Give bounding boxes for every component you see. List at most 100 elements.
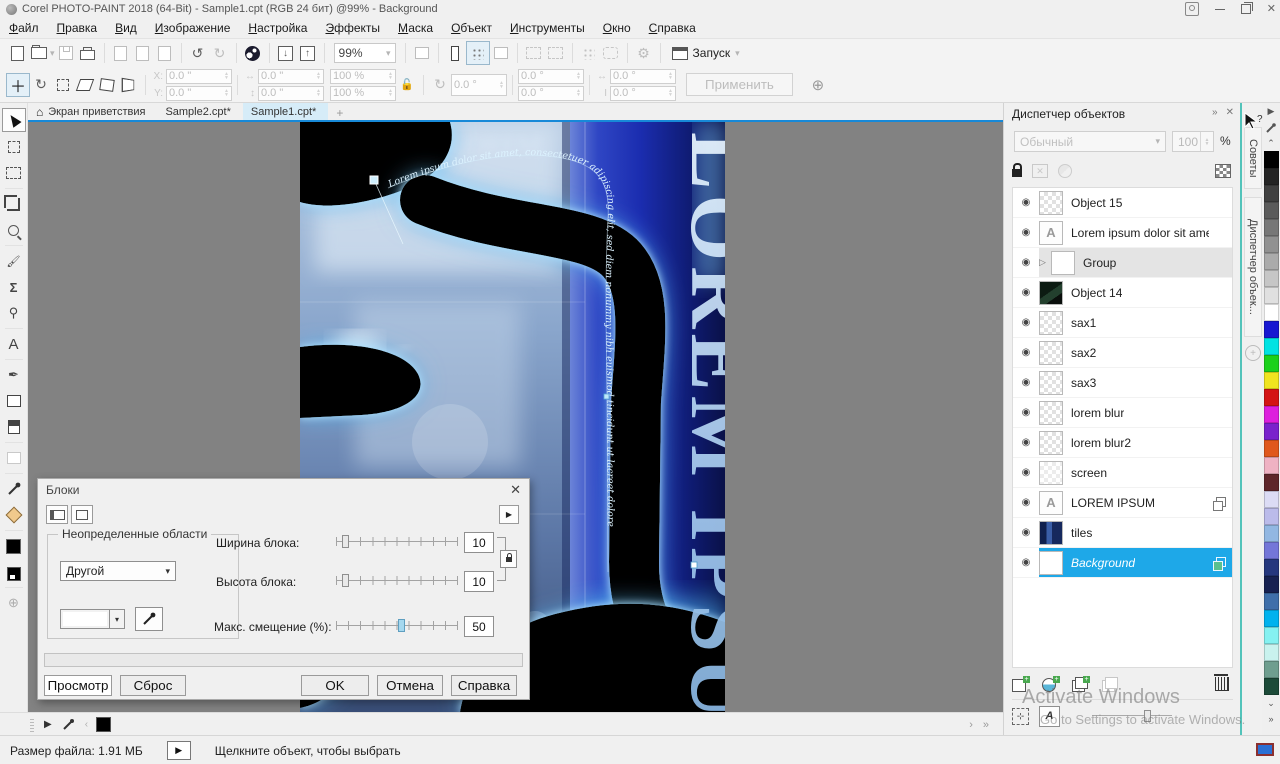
grid-toggle-button[interactable] — [466, 41, 490, 65]
palette-swatch-12[interactable] — [1264, 355, 1279, 372]
block-width-value[interactable]: 10 — [464, 532, 494, 553]
clone-tool[interactable]: ⚲ — [3, 302, 25, 324]
menu-item-9[interactable]: Окно — [594, 19, 640, 37]
scroll-end-icon[interactable]: » — [983, 719, 989, 731]
undo-button[interactable]: ↺ — [187, 42, 209, 64]
copy-button[interactable] — [132, 42, 154, 64]
add-docker-button[interactable]: + — [1245, 345, 1261, 361]
skew-mode-icon[interactable] — [74, 74, 96, 96]
menu-item-4[interactable]: Настройка — [239, 19, 316, 37]
dialog-flyout-button[interactable]: ▶ — [499, 505, 519, 524]
prev-color-arrow[interactable]: ‹ — [85, 719, 88, 730]
duplicate-object-button[interactable]: + — [1072, 678, 1088, 692]
object-row-lorem-text[interactable]: ◉ A Lorem ipsum dolor sit amet, conse... — [1013, 218, 1232, 248]
undefined-areas-dropdown[interactable]: Другой▾ — [60, 561, 176, 581]
palette-swatch-16[interactable] — [1264, 423, 1279, 440]
palette-swatch-25[interactable] — [1264, 576, 1279, 593]
object-row-group[interactable]: ◉ ▷ Group — [1013, 248, 1232, 278]
options-gear-icon[interactable]: ⚙ — [633, 42, 655, 64]
fit-to-window-button[interactable] — [411, 42, 433, 64]
eraser-tool[interactable] — [3, 416, 25, 438]
palette-swatch-2[interactable] — [1264, 185, 1279, 202]
object-row-sax3[interactable]: ◉ sax3 — [1013, 368, 1232, 398]
effect-tool[interactable]: Σ — [3, 276, 25, 298]
panel-close-icon[interactable]: ✕ — [1226, 107, 1234, 118]
palette-swatch-29[interactable] — [1264, 644, 1279, 661]
pick-tool[interactable] — [2, 108, 26, 132]
visibility-eye-icon[interactable]: ◉ — [1013, 497, 1039, 508]
rectangle-mask-tool[interactable] — [3, 162, 25, 184]
palette-swatch-5[interactable] — [1264, 236, 1279, 253]
close-button[interactable]: ✕ — [1267, 4, 1276, 15]
palette-swatch-6[interactable] — [1264, 253, 1279, 270]
palette-swatch-21[interactable] — [1264, 508, 1279, 525]
new-object-button[interactable]: + — [1012, 678, 1028, 692]
merge-mode-dropdown[interactable]: Обычный▾ — [1014, 131, 1166, 152]
palette-swatch-31[interactable] — [1264, 678, 1279, 695]
object-row-sax2[interactable]: ◉ sax2 — [1013, 338, 1232, 368]
stretch-x-field[interactable]: 0.0 °▲▼ — [610, 69, 676, 84]
add-properties-icon[interactable]: ⊕ — [807, 74, 829, 96]
position-y-field[interactable]: 0.0 "▲▼ — [166, 86, 232, 101]
palette-flyout-icon[interactable]: ▶ — [1268, 103, 1275, 119]
docker-tab-object-manager[interactable]: Диспетчер объек... — [1244, 197, 1262, 337]
transparency-grid-button[interactable] — [578, 42, 600, 64]
fill-tool[interactable] — [3, 504, 25, 526]
ok-button[interactable]: OK — [301, 675, 369, 696]
object-row-lorem-blur2[interactable]: ◉ lorem blur2 — [1013, 428, 1232, 458]
menu-item-5[interactable]: Эффекты — [316, 19, 389, 37]
rulers-toggle-button[interactable] — [444, 42, 466, 64]
reset-button[interactable]: Сброс — [120, 675, 186, 696]
object-row-tiles[interactable]: ◉ tiles — [1013, 518, 1232, 548]
max-offset-slider-thumb[interactable] — [398, 619, 405, 632]
clip-to-mask-button[interactable] — [600, 42, 622, 64]
shape-tool[interactable] — [3, 390, 25, 412]
brush-tool[interactable]: ✒ — [3, 364, 25, 386]
preview-split-button[interactable] — [46, 505, 68, 524]
blend-icon[interactable] — [1058, 164, 1072, 178]
palette-swatch-24[interactable] — [1264, 559, 1279, 576]
menu-item-8[interactable]: Инструменты — [501, 19, 594, 37]
block-height-slider-thumb[interactable] — [342, 574, 349, 587]
display-color-icon[interactable] — [1256, 743, 1274, 756]
visibility-eye-icon[interactable]: ◉ — [1013, 377, 1039, 388]
fill-color-dropdown-icon[interactable]: ▾ — [110, 609, 125, 629]
palette-scroll-down-icon[interactable]: ⌄ — [1267, 695, 1275, 711]
new-lens-button[interactable]: + — [1042, 678, 1058, 692]
add-tool-button[interactable]: ⊕ — [3, 592, 25, 614]
menu-item-0[interactable]: Файл — [0, 19, 48, 37]
group-expander-icon[interactable]: ▷ — [1039, 257, 1049, 268]
import-button[interactable]: ↓ — [275, 42, 297, 64]
palette-swatch-8[interactable] — [1264, 287, 1279, 304]
visibility-eye-icon[interactable]: ◉ — [1013, 197, 1039, 208]
launch-button[interactable]: Запуск ▾ — [666, 46, 746, 60]
redo-button[interactable]: ↻ — [209, 42, 231, 64]
max-offset-value[interactable]: 50 — [464, 616, 494, 637]
restore-button[interactable] — [1241, 4, 1251, 14]
size-width-field[interactable]: 0.0 "▲▼ — [258, 69, 324, 84]
eyedropper-tool[interactable] — [3, 478, 25, 500]
skew-y-field[interactable]: 0.0 °▲▼ — [518, 86, 584, 101]
object-row-sax1[interactable]: ◉ sax1 — [1013, 308, 1232, 338]
perspective-mode-icon[interactable] — [118, 74, 140, 96]
menu-item-6[interactable]: Маска — [389, 19, 442, 37]
scroll-right-icon[interactable]: › — [969, 719, 973, 731]
palette-swatch-13[interactable] — [1264, 372, 1279, 389]
text-object-mode-button[interactable]: A — [1039, 706, 1060, 727]
palette-swatch-28[interactable] — [1264, 627, 1279, 644]
menu-item-2[interactable]: Вид — [106, 19, 146, 37]
menu-item-10[interactable]: Справка — [640, 19, 705, 37]
help-button[interactable]: Справка — [451, 675, 517, 696]
stretch-y-field[interactable]: 0.0 °▲▼ — [610, 86, 676, 101]
palette-swatch-19[interactable] — [1264, 474, 1279, 491]
visibility-eye-icon[interactable]: ◉ — [1013, 557, 1039, 568]
apply-button[interactable]: Применить — [686, 73, 793, 96]
marquee-visible-button[interactable]: ⊹ — [1012, 708, 1029, 725]
visibility-eye-icon[interactable]: ◉ — [1013, 317, 1039, 328]
delete-object-button[interactable] — [1215, 677, 1229, 691]
thumbnail-size-slider[interactable] — [1092, 710, 1172, 722]
docker-tab-tips[interactable]: Советы — [1244, 127, 1262, 189]
visibility-eye-icon[interactable]: ◉ — [1013, 467, 1039, 478]
block-width-slider[interactable] — [336, 535, 458, 548]
palette-swatch-27[interactable] — [1264, 610, 1279, 627]
